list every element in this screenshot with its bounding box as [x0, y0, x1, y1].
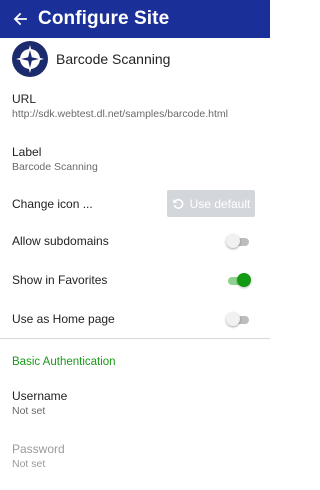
allow-subdomains-switch[interactable] [226, 234, 250, 248]
url-value: http://sdk.webtest.dl.net/samples/barcod… [12, 108, 228, 120]
basic-auth-title: Basic Authentication [12, 356, 116, 368]
label-field[interactable]: Label Barcode Scanning [12, 145, 98, 174]
compass-star-icon [12, 41, 48, 77]
password-field: Password Not set [12, 442, 65, 471]
show-in-favorites-label: Show in Favorites [12, 273, 108, 287]
divider [0, 338, 270, 339]
username-value: Not set [12, 405, 46, 417]
back-button[interactable] [2, 0, 38, 38]
username-field[interactable]: Username Not set [12, 389, 67, 418]
password-value: Not set [12, 458, 46, 470]
use-default-label: Use default [189, 196, 251, 211]
label-label: Label [12, 145, 42, 159]
undo-icon [172, 198, 184, 209]
app-bar: Configure Site [0, 0, 270, 38]
change-icon-label: Change icon ... [12, 197, 93, 211]
page-title: Configure Site [38, 8, 170, 29]
use-default-button[interactable]: Use default [167, 190, 255, 217]
username-label: Username [12, 389, 68, 403]
switch-thumb [237, 273, 251, 287]
show-in-favorites-switch[interactable] [226, 273, 251, 287]
site-header: Barcode Scanning [12, 41, 170, 77]
url-field[interactable]: URL http://sdk.webtest.dl.net/samples/ba… [12, 92, 228, 121]
allow-subdomains-label: Allow subdomains [12, 234, 109, 248]
switch-thumb [226, 234, 240, 248]
label-value: Barcode Scanning [12, 161, 98, 173]
password-label: Password [12, 442, 65, 456]
home-page-switch[interactable] [226, 312, 250, 326]
switch-thumb [226, 312, 240, 326]
url-label: URL [12, 92, 37, 106]
home-page-label: Use as Home page [12, 312, 115, 326]
site-name: Barcode Scanning [56, 51, 171, 67]
arrow-left-icon [13, 12, 27, 26]
